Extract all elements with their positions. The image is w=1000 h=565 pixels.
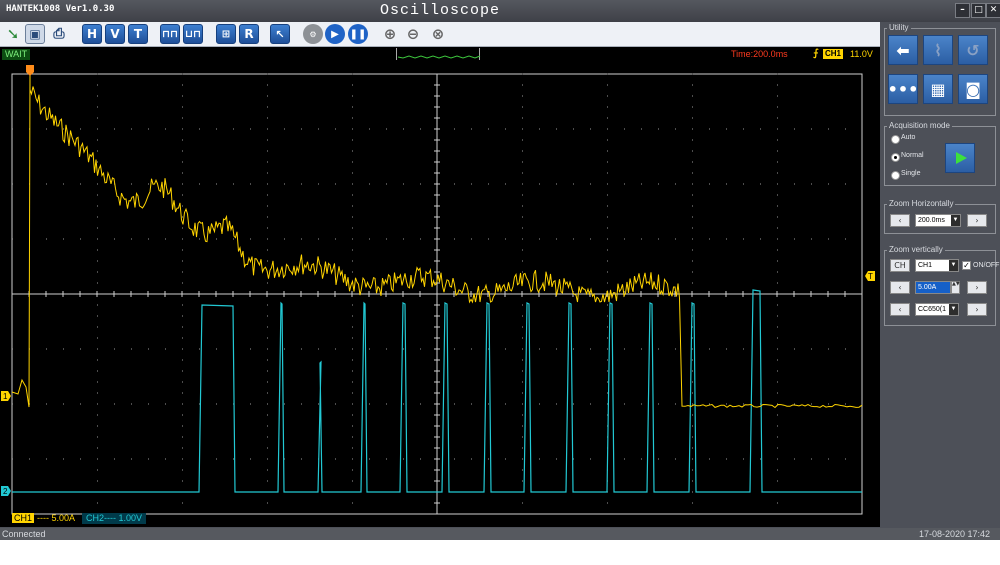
trigger-level-marker[interactable]: T bbox=[865, 271, 875, 281]
scope-display[interactable]: 12T CH1 ---- 5.00A CH2---- 1.00V bbox=[0, 62, 880, 527]
radio-normal[interactable] bbox=[891, 153, 900, 162]
bottom-status-bar: Connected 17-08-2020 17:42 bbox=[0, 528, 1000, 540]
trigger-channel: CH1 bbox=[823, 49, 844, 59]
onoff-label: ON/OFF bbox=[973, 262, 1000, 269]
ch2-level-marker[interactable]: 2 bbox=[1, 486, 11, 496]
channel-select-value: CH1 bbox=[918, 262, 933, 269]
save-icon[interactable]: ▣ bbox=[25, 24, 45, 44]
run-stop-button[interactable] bbox=[945, 143, 975, 173]
zoom-horizontal-group: Zoom Horizontally ‹ 200.0ms ▼ › bbox=[884, 199, 996, 234]
measure-icon[interactable]: ⊞ bbox=[216, 24, 236, 44]
acquisition-title: Acquisition mode bbox=[887, 121, 952, 131]
dropdown-arrow-icon[interactable]: ▼ bbox=[949, 304, 958, 315]
ch2-info: CH2---- 1.00V bbox=[82, 513, 147, 524]
ch2-coupling: ---- bbox=[104, 513, 117, 523]
title-bar: HANTEK1008 Ver1.0.30 Oscilloscope – □ ✕ bbox=[0, 0, 1000, 22]
ch1-info-label: CH1 bbox=[12, 513, 35, 523]
radio-single[interactable] bbox=[891, 171, 900, 180]
undo-icon[interactable]: ↺ bbox=[958, 35, 988, 65]
zoom-vertical-group: Zoom vertically CH CH1 ▼ ✓ ON/OFF ‹ 5.00A… bbox=[884, 245, 1000, 326]
vertical-scale-spinner[interactable]: 5.00A bbox=[915, 281, 951, 294]
radio-auto-label: Auto bbox=[901, 134, 916, 141]
zoom-v-decrease-button[interactable]: ‹ bbox=[890, 281, 910, 294]
zoom-vertical-title: Zoom vertically bbox=[887, 245, 945, 255]
print-icon[interactable]: ⎙ bbox=[49, 24, 69, 44]
probe-decrease-button[interactable]: ‹ bbox=[890, 303, 910, 316]
ch1-level-marker-label: 1 bbox=[3, 392, 8, 401]
oscilloscope-app: HANTEK1008 Ver1.0.30 Oscilloscope – □ ✕ … bbox=[0, 0, 1000, 540]
maximize-button[interactable]: □ bbox=[971, 3, 986, 18]
qr-code-icon[interactable]: ▦ bbox=[923, 74, 953, 104]
timebase-readout: Time:200.0ms bbox=[731, 49, 788, 59]
trigger-level: 11.0V bbox=[850, 49, 873, 59]
probe-select[interactable]: CC650(1 ▼ bbox=[915, 303, 959, 316]
utility-title: Utility bbox=[887, 23, 911, 33]
timebase-select[interactable]: 200.0ms ▼ bbox=[915, 214, 961, 227]
back-arrow-icon[interactable]: ⬅ bbox=[888, 35, 918, 65]
connection-status: Connected bbox=[2, 529, 46, 539]
channel-button[interactable]: CH bbox=[890, 259, 910, 272]
more-icon[interactable]: ••• bbox=[888, 74, 918, 104]
zoom-h-decrease-button[interactable]: ‹ bbox=[890, 214, 910, 227]
ch2-scale: 1.00V bbox=[118, 513, 143, 523]
dropdown-arrow-icon[interactable]: ▼ bbox=[951, 215, 960, 226]
utility-group: Utility ⬅ ⌇ ↺ ••• ▦ ◙ bbox=[884, 23, 996, 116]
probe-select-value: CC650(1 bbox=[918, 306, 947, 313]
pause-icon[interactable]: ❚❚ bbox=[348, 24, 368, 44]
radio-auto[interactable] bbox=[891, 135, 900, 144]
zoom-out-icon[interactable]: ⊖ bbox=[403, 24, 423, 44]
t-icon[interactable]: T bbox=[128, 24, 148, 44]
zoom-in-icon[interactable]: ⊕ bbox=[380, 24, 400, 44]
probe-increase-button[interactable]: › bbox=[967, 303, 987, 316]
ch1-scale: 5.00A bbox=[51, 513, 76, 523]
v-icon[interactable]: V bbox=[105, 24, 125, 44]
ch1-info: CH1 ---- 5.00A bbox=[12, 513, 75, 524]
zoom-reset-icon[interactable]: ⊗ bbox=[428, 24, 448, 44]
toolbar: ➘ ▣ ⎙ H V T ⊓⊓ ⊔⊓ ⊞ R ↖ ⚙ ▶ ❚❚ ⊕ ⊖ ⊗ bbox=[0, 22, 880, 47]
dropdown-arrow-icon[interactable]: ▼ bbox=[949, 260, 958, 271]
pulse-alt-icon[interactable]: ⊔⊓ bbox=[183, 24, 203, 44]
open-icon[interactable]: ➘ bbox=[3, 24, 23, 44]
channel-select[interactable]: CH1 ▼ bbox=[915, 259, 959, 272]
run-icon[interactable]: ▶ bbox=[325, 24, 345, 44]
spinner-arrows-icon[interactable]: ▲▼ bbox=[951, 281, 960, 294]
zoom-h-increase-button[interactable]: › bbox=[967, 214, 987, 227]
datetime: 17-08-2020 17:42 bbox=[918, 529, 990, 539]
onoff-checkbox[interactable]: ✓ bbox=[962, 261, 971, 270]
trigger-position-bar[interactable] bbox=[396, 48, 481, 60]
ch2-info-label: CH2 bbox=[86, 513, 105, 523]
ch2-level-marker-label: 2 bbox=[3, 487, 8, 496]
acquisition-state: WAIT bbox=[2, 49, 30, 60]
zoom-horizontal-title: Zoom Horizontally bbox=[887, 199, 956, 209]
ch1-level-marker[interactable]: 1 bbox=[1, 391, 11, 401]
grid-dots bbox=[12, 73, 846, 504]
zoom-v-increase-button[interactable]: › bbox=[967, 281, 987, 294]
minimize-button[interactable]: – bbox=[955, 3, 970, 18]
r-icon[interactable]: R bbox=[239, 24, 259, 44]
status-row: WAIT Time:200.0ms ⨍ CH1 11.0V bbox=[0, 47, 880, 63]
h-icon[interactable]: H bbox=[82, 24, 102, 44]
close-button[interactable]: ✕ bbox=[986, 3, 1000, 18]
window-title: Oscilloscope bbox=[379, 2, 501, 19]
timebase-select-value: 200.0ms bbox=[918, 217, 945, 224]
camera-icon[interactable]: ◙ bbox=[958, 74, 988, 104]
ch1-coupling: ---- bbox=[37, 513, 50, 523]
pulse-icon[interactable]: ⊓⊓ bbox=[160, 24, 180, 44]
waveform-icon[interactable]: ⌇ bbox=[923, 35, 953, 65]
trigger-edge-icon: ⨍ bbox=[813, 48, 819, 59]
waveform-area[interactable]: 1 2 T bbox=[0, 62, 880, 527]
acquisition-group: Acquisition mode Auto Normal Single bbox=[884, 121, 996, 186]
cursor-icon[interactable]: ↖ bbox=[270, 24, 290, 44]
radio-normal-label: Normal bbox=[901, 152, 924, 159]
radio-single-label: Single bbox=[901, 170, 921, 177]
trigger-level-marker-label: T bbox=[868, 272, 873, 281]
control-panel: Utility ⬅ ⌇ ↺ ••• ▦ ◙ Acquisition mode A… bbox=[880, 22, 1000, 528]
autoset-icon[interactable]: ⚙ bbox=[303, 24, 323, 44]
